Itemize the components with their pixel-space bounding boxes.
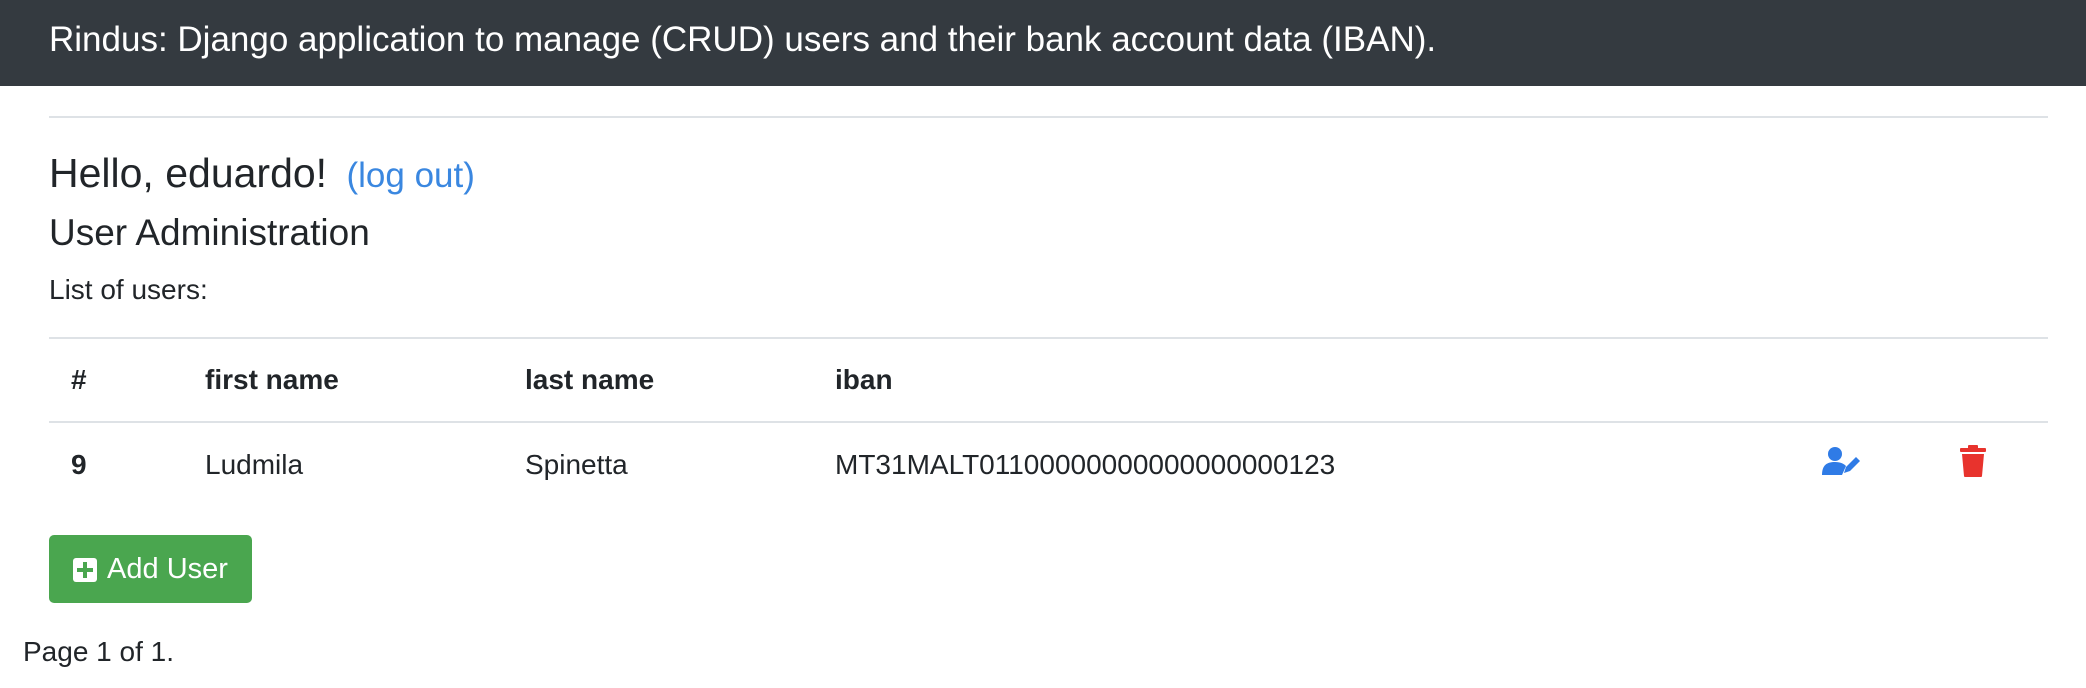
- cell-iban: MT31MALT01100000000000000000123: [835, 448, 1336, 480]
- divider: [49, 116, 2048, 118]
- column-header-number: #: [71, 364, 87, 395]
- greeting: Hello, eduardo! (log out): [49, 148, 475, 201]
- column-header-edit: [1800, 338, 1930, 422]
- column-header-last-name: last name: [525, 364, 655, 395]
- navbar: Rindus: Django application to manage (CR…: [0, 0, 2086, 86]
- pagination-text: Page 1 of 1.: [23, 636, 175, 667]
- logout-link[interactable]: (log out): [346, 156, 474, 195]
- cell-delete: [1930, 422, 2048, 506]
- table-header-row: # first name last name iban: [49, 338, 2048, 422]
- column-header-delete: [1930, 338, 2048, 422]
- add-user-label: Add User: [107, 552, 228, 585]
- cell-id: 9: [71, 448, 87, 480]
- greeting-text: Hello, eduardo!: [49, 150, 328, 196]
- column-header-iban: iban: [835, 364, 893, 395]
- page-title: User Administration: [49, 212, 370, 253]
- table-row: 9 Ludmila Spinetta MT31MALT0110000000000…: [49, 422, 2048, 506]
- users-table: # first name last name iban 9 Ludmila Sp…: [49, 337, 2048, 506]
- list-label: List of users:: [49, 274, 208, 305]
- trash-icon[interactable]: [1960, 445, 1986, 484]
- add-user-button[interactable]: Add User: [49, 535, 252, 603]
- user-edit-icon[interactable]: [1822, 446, 1862, 483]
- plus-square-icon: [73, 557, 98, 582]
- cell-edit: [1800, 422, 1930, 506]
- app-title[interactable]: Rindus: Django application to manage (CR…: [49, 22, 1436, 57]
- cell-last-name: Spinetta: [525, 448, 628, 480]
- column-header-first-name: first name: [205, 364, 339, 395]
- cell-first-name: Ludmila: [205, 448, 304, 480]
